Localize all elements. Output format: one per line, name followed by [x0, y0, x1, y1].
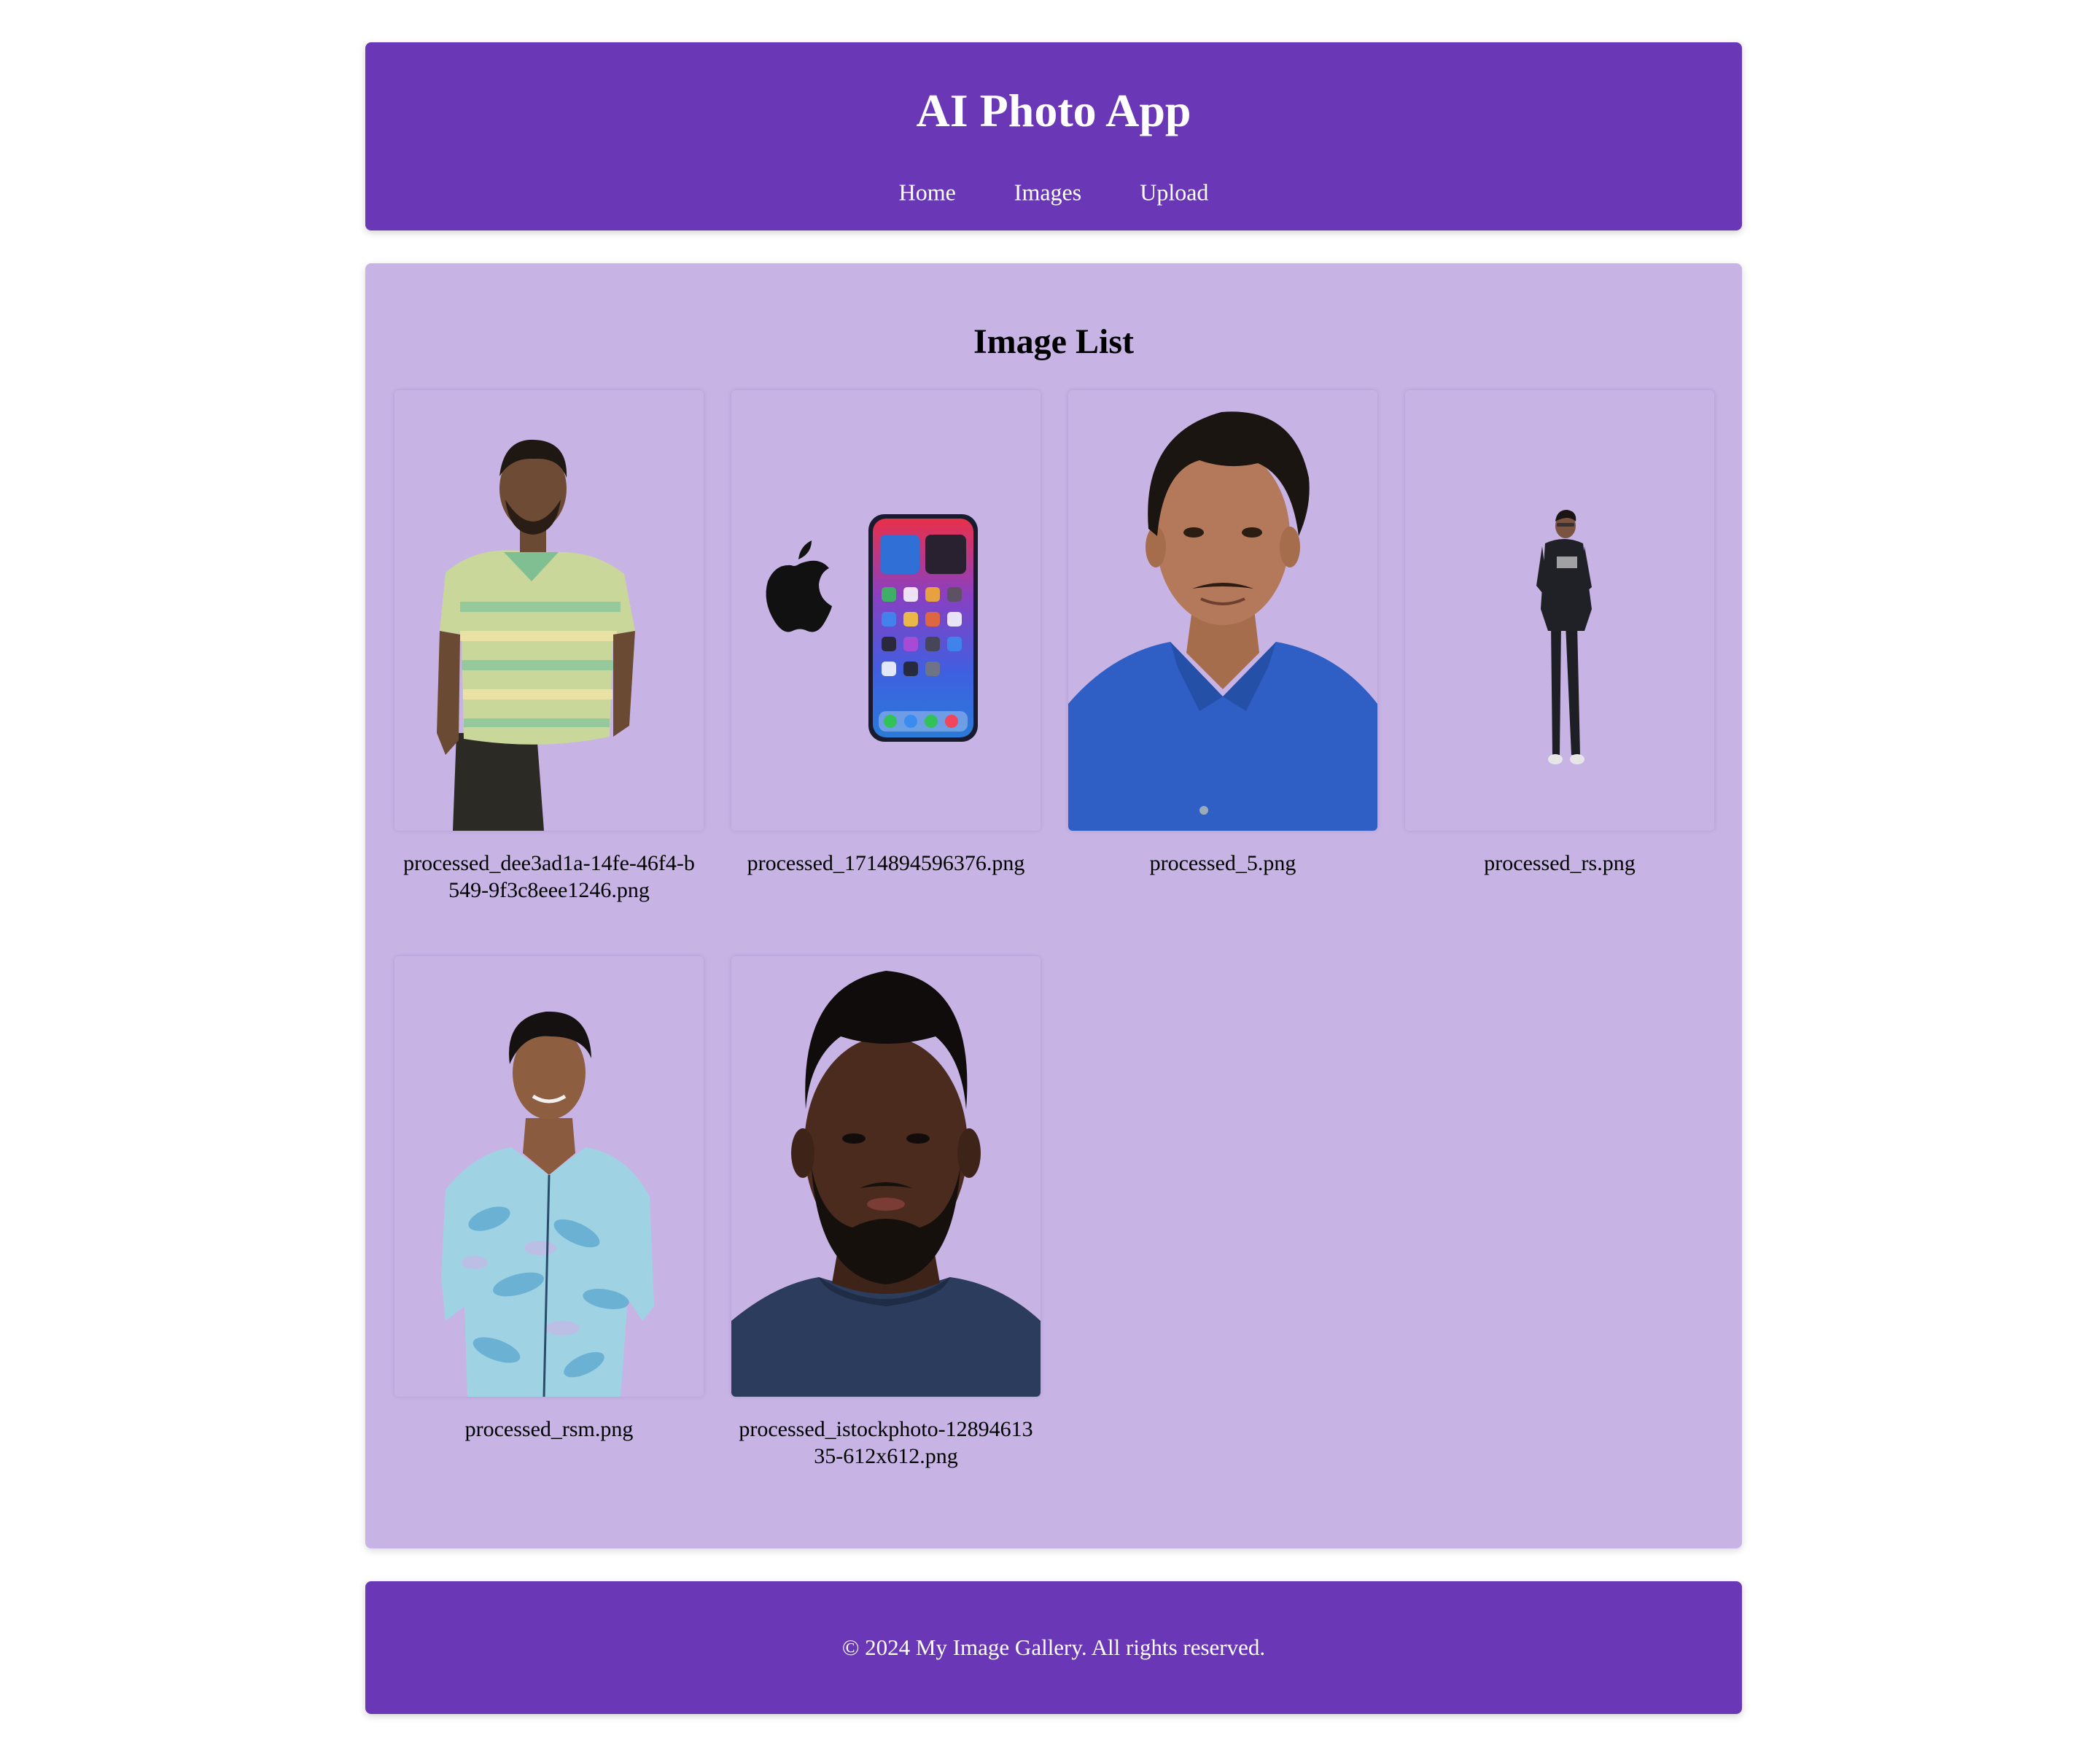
- person-photo-icon: [1536, 510, 1592, 764]
- image-card: processed_rsm.png: [394, 956, 704, 1470]
- image-filename: processed_5.png: [1149, 851, 1296, 875]
- portrait-photo-icon: [1068, 411, 1377, 831]
- image-thumbnail[interactable]: [1405, 390, 1714, 831]
- image-thumbnail[interactable]: [394, 390, 704, 831]
- section-title: Image List: [973, 322, 1134, 361]
- image-thumbnail[interactable]: [1068, 390, 1377, 831]
- site-header: AI Photo App Home Images Upload: [365, 42, 1742, 230]
- image-thumbnail[interactable]: [731, 390, 1041, 831]
- image-card: processed_rs.png: [1405, 390, 1714, 904]
- image-filename: processed_rsm.png: [464, 1417, 634, 1441]
- image-filename: processed_istockphoto-1289461335-612x612…: [739, 1417, 1033, 1468]
- image-card: processed_5.png: [1068, 390, 1377, 904]
- image-card: processed_istockphoto-1289461335-612x612…: [731, 956, 1041, 1470]
- person-photo-icon: [437, 439, 635, 831]
- image-grid: processed_dee3ad1a-14fe-46f4-b549-9f3c8e…: [394, 390, 1714, 1470]
- image-card: processed_1714894596376.png: [731, 390, 1041, 904]
- iphone-product-icon: [766, 514, 978, 742]
- nav-images-link[interactable]: Images: [1014, 179, 1081, 206]
- image-list-panel: Image List processed_dee3ad1a-14fe-46f4-…: [365, 263, 1742, 1548]
- image-thumbnail[interactable]: [394, 956, 704, 1397]
- portrait-photo-icon: [731, 971, 1041, 1397]
- image-filename: processed_rs.png: [1484, 851, 1636, 875]
- app-title: AI Photo App: [916, 85, 1191, 136]
- footer-copyright: © 2024 My Image Gallery. All rights rese…: [841, 1634, 1266, 1660]
- image-filename: processed_dee3ad1a-14fe-46f4-b549-9f3c8e…: [403, 851, 695, 902]
- nav-upload-link[interactable]: Upload: [1140, 179, 1208, 206]
- image-filename: processed_1714894596376.png: [747, 851, 1025, 875]
- main-nav: Home Images Upload: [365, 179, 1742, 206]
- image-thumbnail[interactable]: [731, 956, 1041, 1397]
- site-footer: © 2024 My Image Gallery. All rights rese…: [365, 1581, 1742, 1714]
- nav-home-link[interactable]: Home: [899, 179, 956, 206]
- image-card: processed_dee3ad1a-14fe-46f4-b549-9f3c8e…: [394, 390, 704, 904]
- person-photo-icon: [441, 1011, 654, 1397]
